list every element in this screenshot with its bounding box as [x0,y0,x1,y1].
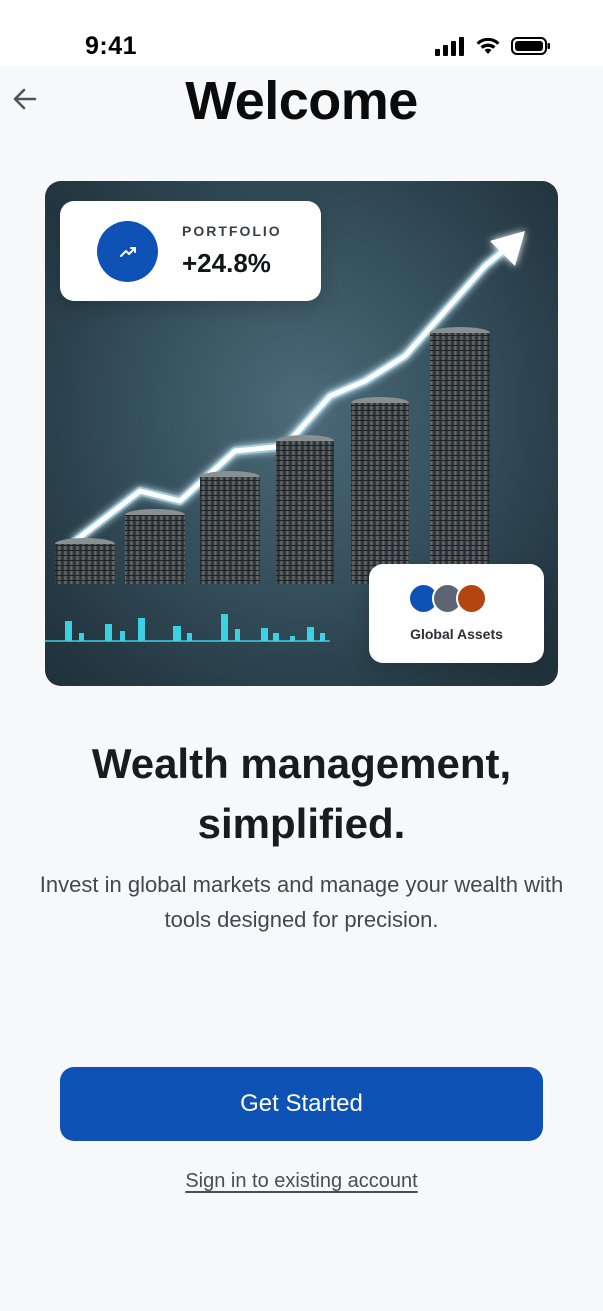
global-assets-label: Global Assets [410,626,503,642]
status-time: 9:41 [85,32,138,60]
subtext-line-1: Invest in global markets and manage your… [39,872,564,897]
sign-in-link[interactable]: Sign in to existing account [0,1170,603,1193]
global-assets-card: Global Assets [369,564,544,663]
portfolio-value: +24.8% [182,248,271,278]
status-icons [435,36,551,56]
page-title: Welcome [185,71,418,131]
wifi-icon [476,37,500,54]
trending-up-icon [97,221,158,282]
status-bar: 9:41 [0,0,603,66]
get-started-button[interactable]: Get Started [60,1067,543,1141]
headline: Wealth management, simplified. [0,734,603,854]
headline-line-1: Wealth management, [91,740,512,787]
signal-icon [435,37,464,56]
portfolio-card: PORTFOLIO +24.8% [60,201,321,301]
subtext-line-2: tools designed for precision. [164,907,439,932]
headline-line-2: simplified. [197,800,406,847]
portfolio-label: PORTFOLIO [182,223,282,239]
battery-icon [511,37,550,55]
subtext: Invest in global markets and manage your… [10,867,593,937]
asset-dot-orange [456,583,487,614]
